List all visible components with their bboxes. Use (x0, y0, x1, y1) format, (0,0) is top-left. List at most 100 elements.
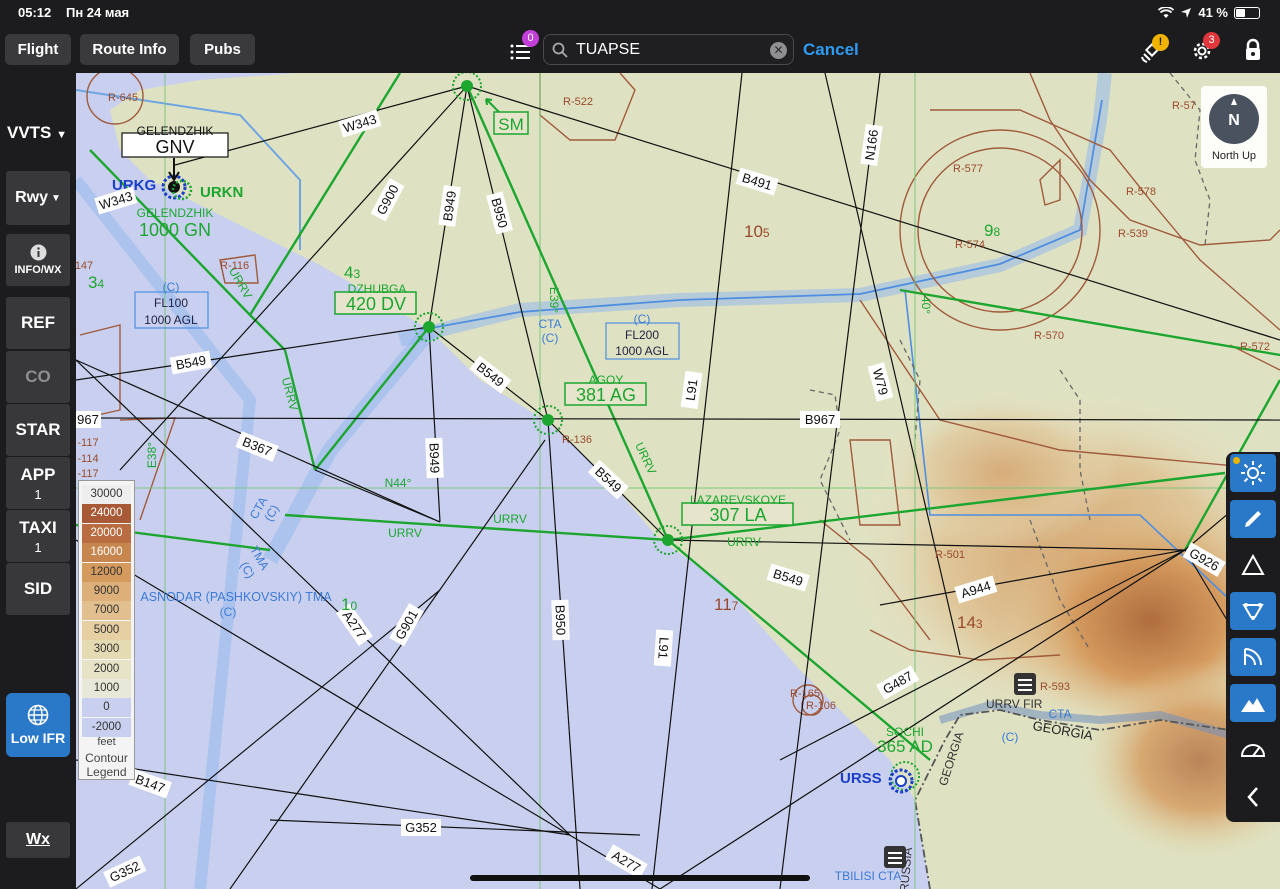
mea-1-0-small: 0 (350, 599, 357, 613)
clear-search-icon[interactable]: ✕ (770, 42, 787, 59)
urss-label: URSS (840, 770, 882, 787)
waypoint-button[interactable] (1230, 546, 1276, 584)
cone-icon (1242, 603, 1264, 620)
mea-10-5-small: 5 (763, 226, 770, 240)
tab-route-info[interactable]: Route Info (80, 34, 179, 65)
draw-button[interactable] (1230, 500, 1276, 538)
home-indicator (470, 875, 810, 881)
krasnodar-c: (C) (220, 605, 237, 619)
procedure-button[interactable] (1230, 592, 1276, 630)
r570-label: R-570 (1034, 330, 1064, 342)
legend-caption-1: Contour (85, 751, 128, 765)
g352-label-1: G352 (405, 820, 437, 835)
fl200-agl: 1000 AGL (615, 344, 669, 358)
list-button[interactable]: 0 (508, 30, 539, 62)
fl100-label: FL100 (154, 296, 188, 310)
pen-icon (1245, 511, 1261, 527)
mea-9-8-small: 8 (993, 225, 1000, 239)
settings-badge: 3 (1203, 32, 1220, 49)
runway-selector[interactable]: Rwy ▼ (6, 171, 70, 225)
document-icon (1014, 673, 1036, 695)
contour-legend: 30000 24000 20000 16000 12000 9000 7000 5000 300… (78, 480, 135, 780)
runway-label: Rwy (15, 189, 48, 206)
r57x-label: R-57 (1172, 100, 1196, 112)
legend-level: -2000 (82, 717, 131, 737)
mea-11-7-big: 11 (714, 595, 732, 614)
mea-4-3-big: 4 (344, 263, 353, 282)
side-147: 147 (76, 260, 93, 272)
r645-label: R-645 (108, 92, 138, 104)
legend-level: 7000 (82, 601, 131, 621)
traffic-alert-button[interactable]: ! (1138, 34, 1169, 64)
lock-icon (1246, 38, 1260, 60)
range-button[interactable] (1230, 638, 1276, 676)
mea-11-7-small: 7 (732, 599, 739, 613)
taxi-button[interactable]: TAXI 1 (6, 510, 70, 562)
b549-label-1: B549 (175, 352, 208, 372)
terrain-ridge-3 (880, 390, 1120, 550)
legend-level: 1000 (82, 679, 131, 698)
airport-selector[interactable]: VVTS ▼ (7, 123, 67, 143)
status-bar: 05:12 Пн 24 мая 41 % (0, 0, 1280, 26)
g352-label-2: G352 (107, 858, 142, 885)
gnv-id: GNV (155, 137, 194, 157)
b967-label-1: B967 (805, 412, 835, 427)
wifi-icon (1158, 6, 1175, 18)
r539-label: R-539 (1118, 228, 1148, 240)
sid-button[interactable]: SID (6, 563, 70, 615)
settings-button[interactable]: 3 (1188, 32, 1220, 64)
r116-label: R-116 (220, 260, 249, 272)
co-label: CO (25, 367, 51, 386)
wx-label: Wx (26, 831, 50, 848)
cta3-c: (C) (1002, 730, 1019, 744)
map-canvas: GELENDZHIK GNV GELENDZHIK 1000 GN DZHUBG… (76, 73, 1280, 889)
battery-percent: 41 % (1198, 5, 1228, 20)
g901-label: G901 (392, 607, 421, 642)
lock-button[interactable] (1243, 38, 1265, 64)
app-button[interactable]: APP 1 (6, 457, 70, 509)
list-badge: 0 (522, 30, 539, 47)
ref-button[interactable]: REF (6, 297, 70, 349)
legend-level: 5000 (82, 620, 131, 640)
sm-label: SM (498, 115, 524, 134)
urrv-label-4: URRV (493, 512, 527, 526)
low-ifr-button[interactable]: Low IFR (6, 693, 70, 757)
tbilisi-cta: TBILISI CTA (835, 869, 901, 883)
tab-pubs[interactable]: Pubs (190, 34, 255, 65)
north-up-compass[interactable]: N North Up (1201, 86, 1267, 168)
info-wx-button[interactable]: INFO/WX (6, 234, 70, 286)
svg-text:117: 117 (714, 595, 739, 614)
gelendzhik-label: GELENDZHIK (137, 206, 214, 220)
co-button[interactable]: CO (6, 351, 70, 403)
tab-flight[interactable]: Flight (5, 34, 71, 65)
enroute-map[interactable]: GELENDZHIK GNV GELENDZHIK 1000 GN DZHUBG… (76, 73, 1280, 889)
brightness-button[interactable] (1230, 454, 1276, 492)
legend-level: 30000 (82, 485, 131, 504)
star-button[interactable]: STAR (6, 404, 70, 456)
left-sidebar: VVTS ▼ Rwy ▼ INFO/WX REF CO STAR APP 1 TAX… (0, 73, 76, 889)
legend-unit: feet (97, 736, 116, 748)
mountain-icon (1241, 698, 1265, 712)
search-input[interactable]: TUAPSE (576, 41, 640, 59)
search-field[interactable]: TUAPSE ✕ (543, 34, 794, 65)
mea-10-5-big: 10 (744, 222, 763, 241)
legend-level: 2000 (82, 659, 131, 679)
e40-label: 40° (919, 296, 933, 314)
profile-button[interactable] (1230, 730, 1276, 768)
range-rings-icon (1244, 648, 1262, 666)
terrain-button[interactable] (1230, 684, 1276, 722)
urrv-label-6: URRV (727, 535, 761, 549)
ag-box-label: 381 AG (576, 385, 636, 405)
gauge-icon (1240, 744, 1266, 757)
la-box-label: 307 LA (709, 505, 766, 525)
collapse-tools-button[interactable] (1230, 778, 1276, 816)
b950-label-2: B950 (552, 605, 568, 636)
cancel-button[interactable]: Cancel (803, 40, 859, 60)
triangle-icon (1241, 554, 1265, 575)
info-wx-label: INFO/WX (14, 264, 62, 276)
search-icon (552, 42, 568, 58)
wx-button[interactable]: Wx (6, 822, 70, 858)
mea-3-4-small: 4 (97, 277, 104, 291)
taxi-count: 1 (34, 539, 42, 555)
legend-level: 0 (82, 698, 131, 718)
